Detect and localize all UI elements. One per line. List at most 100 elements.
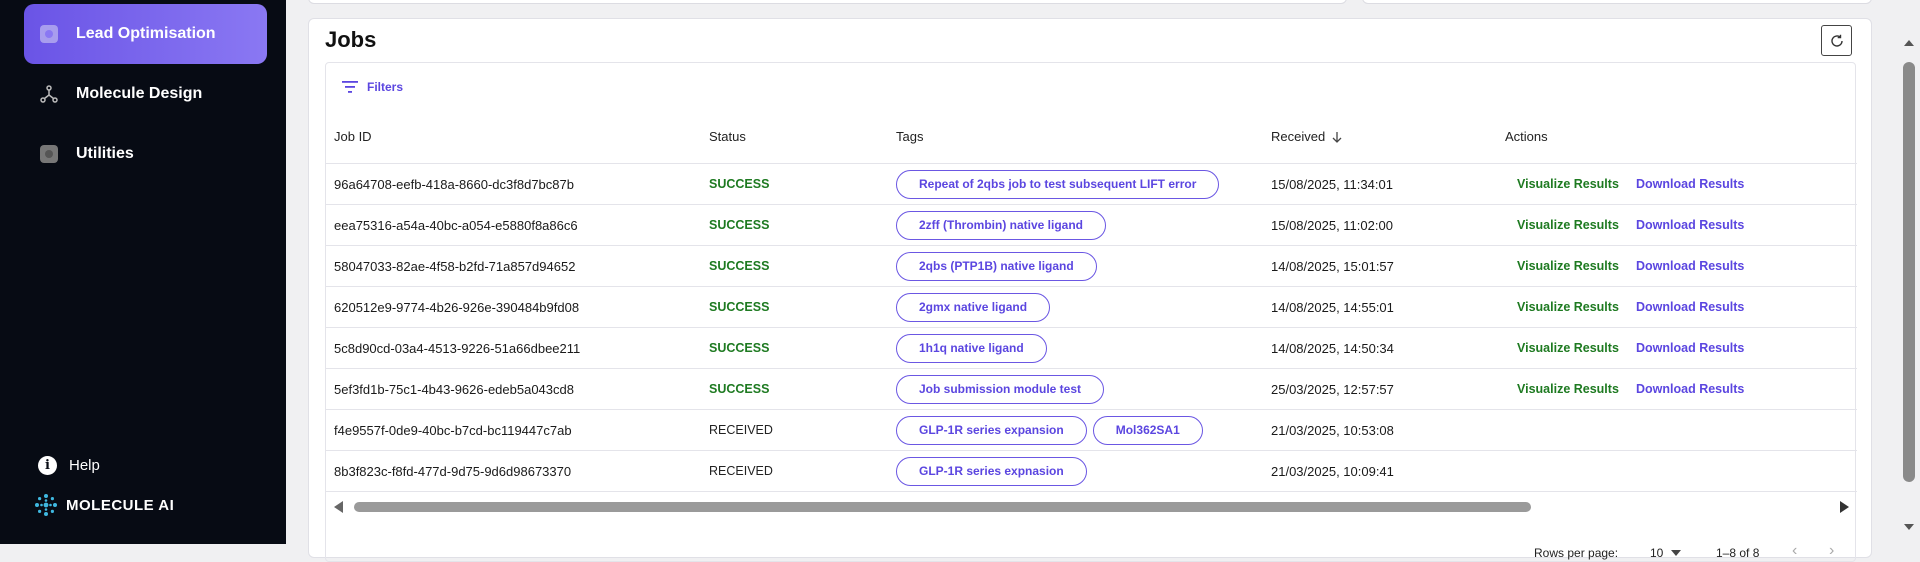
sidebar-item-label: Lead Optimisation (76, 25, 216, 42)
table-row: f4e9557f-0de9-40bc-b7cd-bc119447c7ab RECE… (326, 410, 1857, 451)
table-row: 8b3f823c-f8fd-477d-9d75-9d6d98673370 RECE… (326, 451, 1857, 492)
horizontal-scroll-thumb[interactable] (354, 502, 1531, 512)
job-id-cell: 620512e9-9774-4b26-926e-390484b9fd08 (334, 299, 580, 315)
utilities-icon (39, 144, 59, 164)
horizontal-scrollbar[interactable] (326, 498, 1857, 514)
tag-chip[interactable]: 2qbs (PTP1B) native ligand (896, 251, 1097, 281)
received-cell: 14/08/2025, 14:55:01 (1271, 299, 1394, 315)
molecule-ai-logo-icon (35, 494, 57, 516)
download-results-button[interactable]: Download Results (1636, 164, 1744, 204)
visualize-results-button[interactable]: Visualize Results (1517, 369, 1619, 409)
download-results-button[interactable]: Download Results (1636, 369, 1744, 409)
received-cell: 21/03/2025, 10:53:08 (1271, 422, 1394, 438)
scroll-right-icon[interactable] (1840, 501, 1849, 513)
received-cell: 14/08/2025, 14:50:34 (1271, 340, 1394, 356)
help-label: Help (69, 457, 100, 474)
refresh-icon (1830, 34, 1843, 47)
tag-chip[interactable]: GLP-1R series expnasion (896, 456, 1087, 486)
table-row: eea75316-a54a-40bc-a054-e5880f8a86c6 SUCC… (326, 205, 1857, 246)
filters-label: Filters (367, 80, 404, 94)
tag-chip[interactable]: 2zff (Thrombin) native ligand (896, 210, 1106, 240)
tags-cell: GLP-1R series expansion Mol362SA1 (896, 410, 1209, 450)
sidebar-item-molecule-design[interactable]: Molecule Design (24, 64, 267, 124)
arrow-down-icon (1332, 131, 1342, 143)
tags-cell: Repeat of 2qbs job to test subsequent LI… (896, 164, 1225, 204)
received-cell: 25/03/2025, 12:57:57 (1271, 381, 1394, 397)
received-cell: 15/08/2025, 11:02:00 (1271, 217, 1393, 233)
tag-chip[interactable]: Mol362SA1 (1092, 415, 1203, 445)
received-cell: 15/08/2025, 11:34:01 (1271, 176, 1393, 192)
job-id-cell: 8b3f823c-f8fd-477d-9d75-9d6d98673370 (334, 463, 572, 479)
next-page-icon[interactable]: › (1829, 542, 1834, 560)
filter-icon (342, 81, 358, 93)
download-results-button[interactable]: Download Results (1636, 328, 1744, 368)
tag-chip[interactable]: 1h1q native ligand (896, 333, 1047, 363)
tag-chip[interactable]: GLP-1R series expansion (896, 415, 1087, 445)
top-card-right (1362, 0, 1872, 4)
job-id-cell: f4e9557f-0de9-40bc-b7cd-bc119447c7ab (334, 422, 572, 438)
sidebar-item-utilities[interactable]: Utilities (24, 124, 267, 184)
visualize-results-button[interactable]: Visualize Results (1517, 205, 1619, 245)
help-link[interactable]: i Help (38, 456, 100, 475)
received-cell: 21/03/2025, 10:09:41 (1271, 463, 1394, 479)
sidebar-item-label: Molecule Design (76, 85, 203, 102)
rows-per-page-value: 10 (1650, 546, 1664, 560)
table-row: 620512e9-9774-4b26-926e-390484b9fd08 SUCC… (326, 287, 1857, 328)
download-results-button[interactable]: Download Results (1636, 205, 1744, 245)
jobs-table: Filters Job ID Status Tags Received Acti… (325, 62, 1857, 562)
sidebar-item-lead-optimisation[interactable]: Lead Optimisation (24, 4, 267, 64)
visualize-results-button[interactable]: Visualize Results (1517, 287, 1619, 327)
download-results-button[interactable]: Download Results (1636, 246, 1744, 286)
jobs-panel: Jobs Filters Job ID Status Tags Received… (308, 18, 1872, 562)
tags-cell: 2gmx native ligand (896, 287, 1056, 327)
prev-page-icon[interactable]: ‹ (1792, 542, 1797, 560)
status-badge: SUCCESS (709, 300, 770, 314)
table-row: 58047033-82ae-4f58-b2fd-71a857d94652 SUCC… (326, 246, 1857, 287)
tags-cell: Job submission module test (896, 369, 1110, 409)
visualize-results-button[interactable]: Visualize Results (1517, 328, 1619, 368)
tag-chip[interactable]: Repeat of 2qbs job to test subsequent LI… (896, 169, 1220, 199)
sidebar-item-label: Utilities (76, 145, 134, 162)
sidebar: Lead Optimisation Molecule Design Utilit… (0, 0, 286, 544)
column-header-actions: Actions (1505, 129, 1548, 144)
tag-chip[interactable]: 2gmx native ligand (896, 292, 1051, 322)
pagination-range: 1–8 of 8 (1716, 546, 1760, 560)
status-badge: SUCCESS (709, 218, 770, 232)
molecule-icon (39, 84, 59, 104)
info-icon: i (38, 456, 57, 475)
brand-name: MOLECULE AI (66, 496, 175, 514)
column-header-received-label: Received (1271, 129, 1326, 144)
tags-cell: 2zff (Thrombin) native ligand (896, 205, 1112, 245)
page-scrollbar[interactable] (1898, 0, 1920, 544)
status-badge: SUCCESS (709, 259, 770, 273)
status-badge: RECEIVED (709, 464, 773, 478)
rows-per-page-label: Rows per page: (1534, 546, 1619, 560)
column-header-received[interactable]: Received (1271, 129, 1343, 144)
page-title: Jobs (325, 27, 377, 52)
lead-optimisation-icon (39, 24, 59, 44)
status-badge: SUCCESS (709, 382, 770, 396)
filters-button[interactable]: Filters (342, 80, 403, 94)
table-row: 5c8d90cd-03a4-4513-9226-51a66dbee211 SUCC… (326, 328, 1857, 369)
tags-cell: 2qbs (PTP1B) native ligand (896, 246, 1103, 286)
visualize-results-button[interactable]: Visualize Results (1517, 246, 1619, 286)
brand-logo: MOLECULE AI (34, 493, 174, 517)
job-id-cell: 5ef3fd1b-75c1-4b43-9626-edeb5a043cd8 (334, 381, 574, 397)
tag-chip[interactable]: Job submission module test (896, 374, 1105, 404)
visualize-results-button[interactable]: Visualize Results (1517, 164, 1619, 204)
column-header-tags[interactable]: Tags (896, 129, 923, 144)
scroll-left-icon[interactable] (334, 501, 343, 513)
job-id-cell: 5c8d90cd-03a4-4513-9226-51a66dbee211 (334, 340, 581, 356)
rows-per-page-select[interactable]: 10 (1650, 546, 1682, 560)
scroll-down-icon[interactable] (1904, 524, 1914, 530)
dropdown-arrow-icon (1671, 550, 1682, 556)
job-id-cell: 96a64708-eefb-418a-8660-dc3f8d7bc87b (334, 176, 574, 192)
status-badge: RECEIVED (709, 423, 773, 437)
tags-cell: 1h1q native ligand (896, 328, 1053, 368)
column-header-job-id[interactable]: Job ID (334, 129, 372, 144)
download-results-button[interactable]: Download Results (1636, 287, 1744, 327)
scroll-up-icon[interactable] (1904, 40, 1914, 46)
refresh-button[interactable] (1821, 25, 1852, 56)
column-header-status[interactable]: Status (709, 129, 746, 144)
page-scroll-thumb[interactable] (1903, 62, 1915, 482)
